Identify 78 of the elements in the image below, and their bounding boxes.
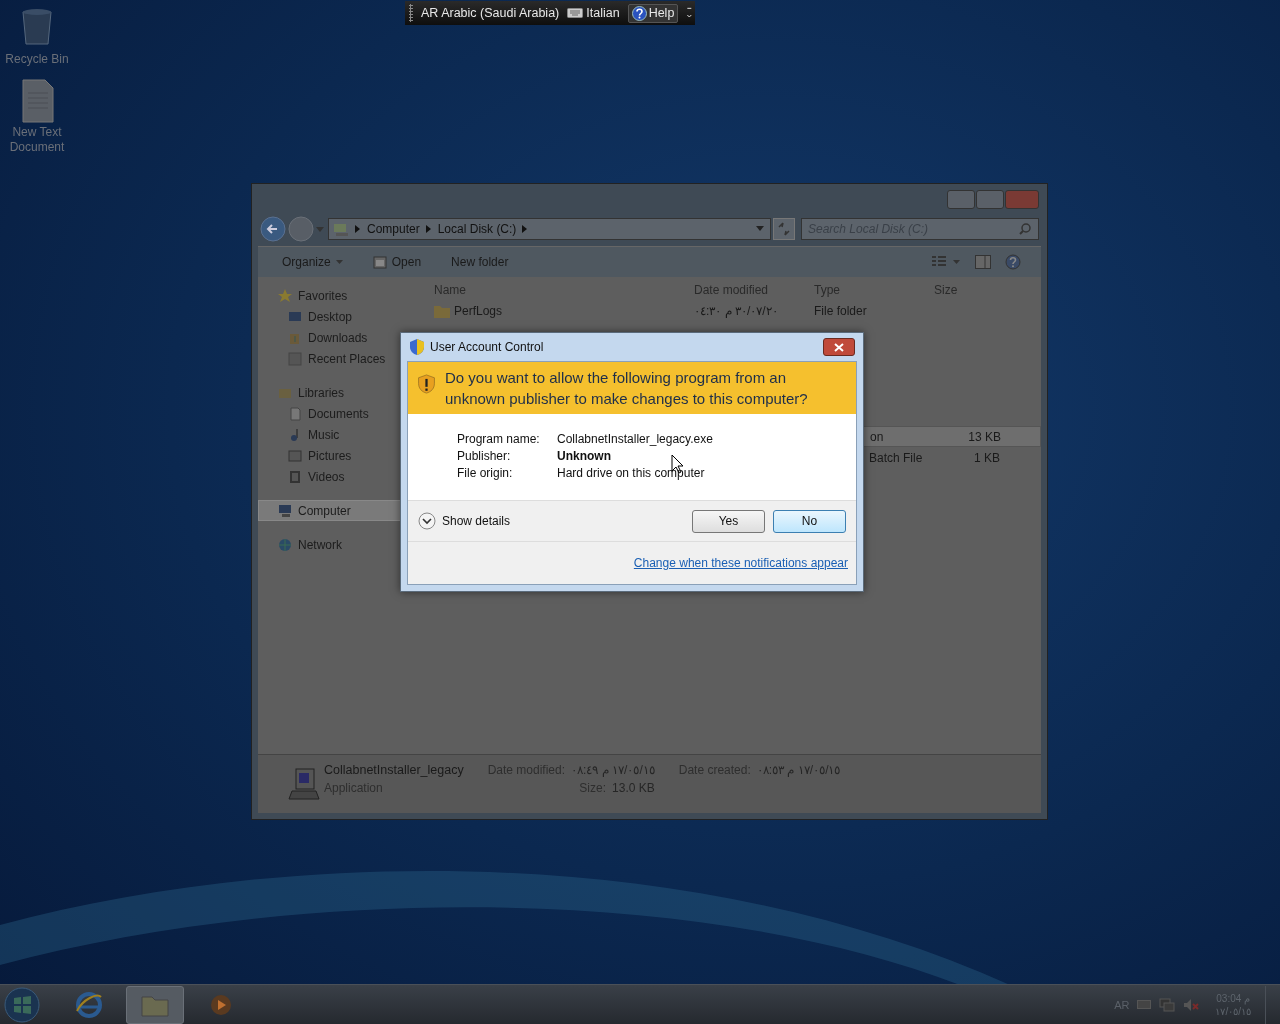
type-cell: File folder <box>814 303 867 318</box>
close-button[interactable] <box>823 338 855 356</box>
expand-icon <box>418 512 436 530</box>
desktop-icon-label[interactable]: Recycle Bin <box>2 52 72 67</box>
date-cell: ٣٠/٠٧/٢٠ م ٠٤:٣٠ <box>694 303 778 318</box>
file-name[interactable]: PerfLogs <box>454 303 503 318</box>
history-dropdown-icon[interactable] <box>316 225 324 233</box>
nav-item[interactable]: Desktop <box>258 306 426 327</box>
breadcrumb-item[interactable]: Computer <box>367 222 420 236</box>
text-file-icon <box>19 79 55 123</box>
size-cell: 13 KB <box>968 429 1001 444</box>
computer-icon <box>278 503 292 518</box>
field-value: Hard drive on this computer <box>557 465 705 482</box>
close-icon <box>834 342 844 352</box>
help-icon[interactable] <box>1005 254 1021 270</box>
field-value: CollabnetInstaller_legacy.exe <box>557 431 713 448</box>
grip-handle[interactable] <box>409 4 413 22</box>
language-indicator[interactable]: AR Arabic (Saudi Arabia) <box>421 6 560 20</box>
toolbar-button[interactable]: New folder <box>443 252 517 272</box>
nav-item[interactable]: Videos <box>258 466 426 487</box>
chevron-icon <box>425 225 432 233</box>
maximize-button[interactable] <box>976 189 1004 209</box>
help-icon <box>631 5 647 21</box>
help-button[interactable]: Help <box>627 3 679 23</box>
chevron-icon <box>355 225 361 233</box>
caret-icon <box>335 260 343 264</box>
preview-pane-icon[interactable] <box>975 255 991 269</box>
picture-icon <box>288 448 302 463</box>
nav-item[interactable]: Recent Places <box>258 348 426 369</box>
keyboard-icon[interactable] <box>1137 1000 1152 1009</box>
search-icon <box>1019 223 1031 235</box>
nav-item[interactable]: Downloads <box>258 327 426 348</box>
size-cell: 1 KB <box>974 450 1000 465</box>
application-icon <box>288 767 320 801</box>
nav-item[interactable]: Libraries <box>258 382 426 403</box>
nav-item[interactable]: Pictures <box>258 445 426 466</box>
desktop-icon-label[interactable]: New Text Document <box>2 125 72 155</box>
nav-item[interactable]: Network <box>258 534 426 555</box>
dropdown-icon[interactable] <box>756 226 764 232</box>
default-button[interactable]: No <box>773 509 846 533</box>
nav-item[interactable]: Documents <box>258 403 426 424</box>
video-icon <box>288 469 302 484</box>
field-value: Unknown <box>557 448 611 465</box>
minimize-button[interactable] <box>947 189 975 209</box>
folder-icon <box>434 303 450 318</box>
field-label: Program name: <box>457 431 541 448</box>
network-icon[interactable] <box>1159 997 1176 1012</box>
file-name: CollabnetInstaller_legacy <box>324 763 464 777</box>
window-icon <box>372 255 387 269</box>
field-label: Publisher: <box>457 448 512 465</box>
muted-speaker-icon[interactable] <box>1183 997 1200 1012</box>
keyboard-icon <box>567 8 584 18</box>
address-bar[interactable]: Computer Local Disk (C:) <box>328 218 771 240</box>
keyboard-layout-button[interactable]: Italian <box>567 6 620 20</box>
chevron-icon <box>522 225 529 233</box>
network-icon <box>278 537 292 552</box>
dialog-title: User Account Control <box>430 340 544 354</box>
type-cell: Batch File <box>869 450 923 465</box>
desktop-icon <box>288 309 302 324</box>
field-label: File origin: <box>457 465 514 482</box>
type-cell: on <box>870 429 884 444</box>
back-button[interactable] <box>260 216 286 242</box>
start-button[interactable] <box>2 984 42 1024</box>
star-icon <box>278 288 292 303</box>
settings-link[interactable]: Change when these notifications appear <box>633 556 848 570</box>
view-options-icon[interactable] <box>931 255 961 269</box>
toolbar-button[interactable]: Open <box>364 252 430 272</box>
nav-item[interactable]: Favorites <box>258 285 426 306</box>
breadcrumb-item[interactable]: Local Disk (C:) <box>437 222 517 236</box>
computer-icon <box>333 221 349 237</box>
refresh-icon[interactable] <box>773 218 795 240</box>
toolbar-button[interactable]: Organize <box>274 252 351 272</box>
taskbar-button[interactable] <box>126 985 184 1024</box>
warning-message: Do you want to allow the following program from an unknown publisher to make changes to this computer? <box>445 368 809 409</box>
nav-item[interactable]: Music <box>258 424 426 445</box>
dialog-button[interactable]: Yes <box>692 509 765 533</box>
shield-icon <box>410 339 424 355</box>
doc-icon <box>288 406 302 421</box>
